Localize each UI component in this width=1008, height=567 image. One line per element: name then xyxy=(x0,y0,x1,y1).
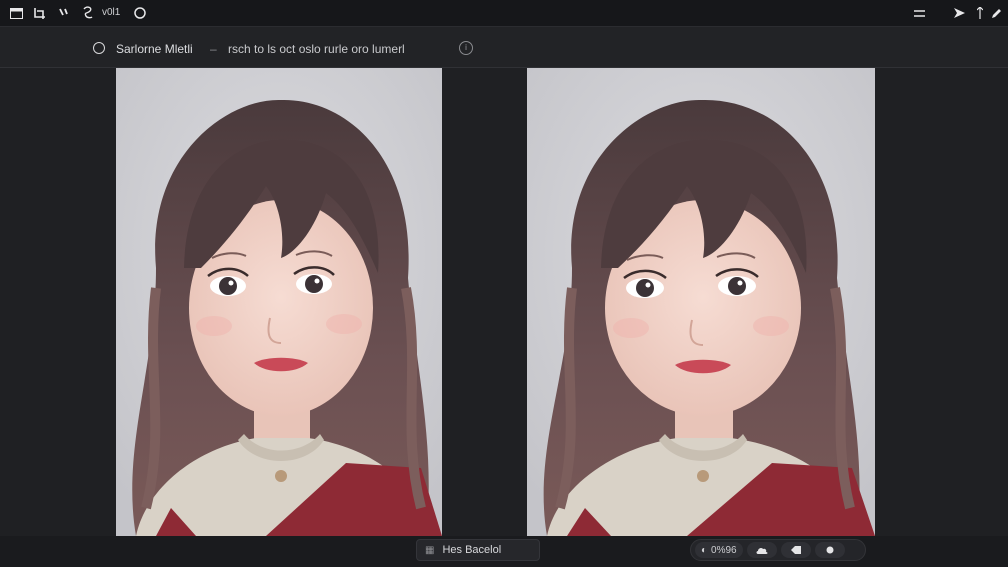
status-label: Hes Bacelol xyxy=(442,544,502,556)
zoom-label: 0%96 xyxy=(711,544,737,556)
grid-icon: ▦ xyxy=(425,544,435,556)
record-icon[interactable] xyxy=(814,542,845,558)
pencil-icon[interactable] xyxy=(988,5,1004,21)
top-toolbar: v0l1 xyxy=(0,0,1008,27)
status-pill[interactable]: ▦ Hes Bacelol xyxy=(416,539,540,561)
window-icon[interactable] xyxy=(8,5,24,21)
title-separator: – xyxy=(210,42,217,56)
pin-icon[interactable] xyxy=(972,5,988,21)
document-header: Sarlorne Mletli – rsch to ls oct oslo ru… xyxy=(0,27,1008,68)
document-title: Sarlorne Mletli xyxy=(116,42,193,56)
info-icon[interactable]: i xyxy=(459,41,473,55)
menu-icon[interactable] xyxy=(911,5,927,21)
document-description: rsch to ls oct oslo rurle oro lumerl xyxy=(228,42,405,56)
status-circle-icon[interactable] xyxy=(93,42,105,54)
zoom-control[interactable]: ◐ 0%96 xyxy=(695,542,743,558)
zoom-icon: ◐ xyxy=(701,544,708,556)
send-icon[interactable] xyxy=(951,5,967,21)
image-panel-original[interactable] xyxy=(116,68,442,536)
view-controls: ◐ 0%96 xyxy=(690,539,866,561)
tag-icon[interactable] xyxy=(780,542,811,558)
cloud-icon[interactable] xyxy=(746,542,777,558)
image-panel-result[interactable] xyxy=(527,68,875,536)
lasso-icon[interactable] xyxy=(80,5,96,21)
portrait-original-image xyxy=(116,68,442,536)
portrait-result-image xyxy=(527,68,875,536)
version-text: v0l1 xyxy=(102,7,121,18)
crop-icon[interactable] xyxy=(32,5,48,21)
circle-icon[interactable] xyxy=(132,5,148,21)
brush-icon[interactable] xyxy=(56,5,72,21)
